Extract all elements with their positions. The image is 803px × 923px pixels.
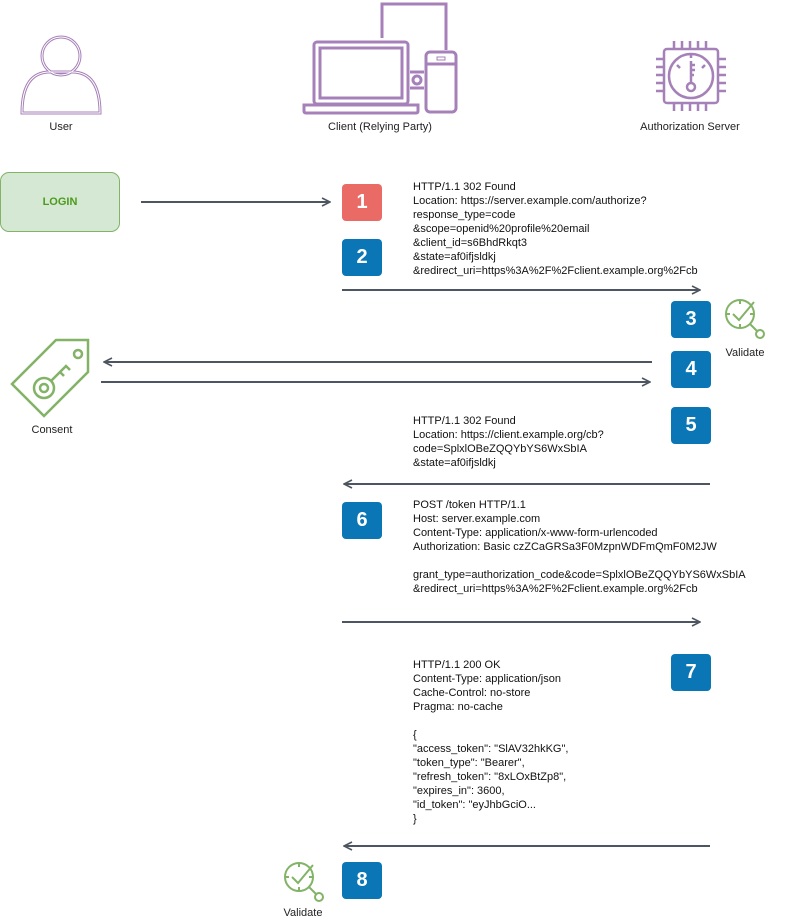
flow-arrows [101, 0, 710, 923]
